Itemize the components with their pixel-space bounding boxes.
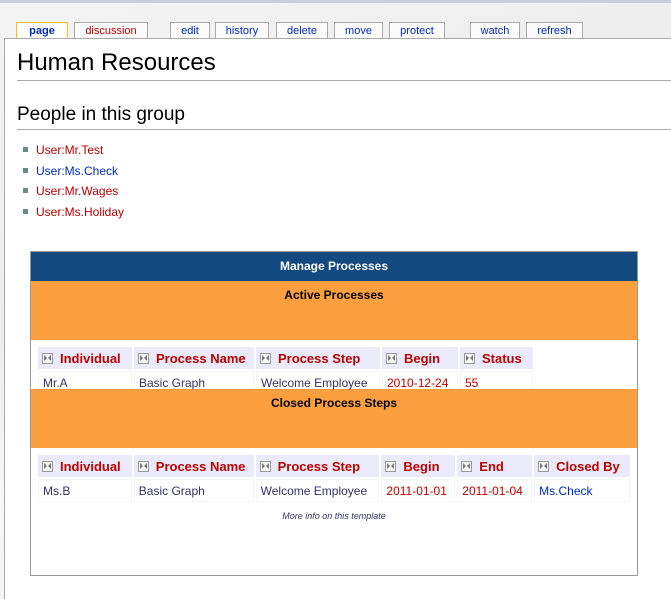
column-header[interactable]: Status	[460, 347, 533, 369]
column-header[interactable]: Individual	[38, 455, 132, 477]
sort-icon[interactable]	[259, 460, 271, 472]
closed-steps-title: Closed Process Steps	[270, 396, 398, 410]
column-header[interactable]: Process Step	[256, 347, 380, 369]
column-label: Closed By	[556, 458, 620, 474]
table-header-row: Individual Process Name Process Step Beg…	[38, 455, 630, 477]
cell-begin: 2011-01-01	[381, 479, 456, 502]
column-label: Individual	[60, 350, 121, 366]
tab-refresh[interactable]: refresh	[526, 22, 583, 38]
sort-icon[interactable]	[42, 352, 53, 364]
cell-individual: Ms.B	[38, 479, 132, 502]
tab-edit[interactable]: edit	[170, 22, 210, 38]
column-header[interactable]: Process Name	[133, 455, 254, 477]
page-title: Human Resources	[17, 47, 671, 81]
sort-icon[interactable]	[260, 352, 271, 364]
user-link[interactable]: User:Ms.Check	[36, 164, 118, 178]
cell-closed-by[interactable]: Ms.Check	[534, 479, 630, 502]
table-header-row: Individual Process Name Process Step Beg…	[38, 347, 533, 369]
closed-steps-table-wrap: Individual Process Name Process Step Beg…	[31, 448, 637, 502]
column-label: Process Step	[277, 458, 361, 474]
user-link[interactable]: User:Mr.Wages	[36, 184, 118, 198]
more-info-link[interactable]: More info on this template	[282, 511, 386, 521]
column-label: Process Name	[155, 458, 246, 474]
column-header[interactable]: Process Step	[255, 455, 380, 477]
page-tabs: page discussion edit history delete move…	[0, 22, 671, 40]
manage-processes-title: Manage Processes	[31, 252, 637, 281]
tab-protect[interactable]: protect	[389, 22, 445, 38]
bullet-icon	[23, 147, 28, 153]
column-label: End	[479, 458, 504, 474]
tab-move[interactable]: move	[334, 22, 383, 38]
cell-process-step: Welcome Employee	[255, 479, 380, 502]
tab-history[interactable]: history	[215, 22, 269, 38]
sort-icon[interactable]	[137, 460, 149, 472]
manage-processes-box: Manage Processes Active Processes Indivi…	[30, 251, 638, 576]
bullet-icon	[23, 167, 28, 173]
column-label: Begin	[404, 350, 441, 366]
closed-by-link[interactable]: Ms.Check	[539, 484, 592, 498]
closed-steps-header: Closed Process Steps	[31, 389, 637, 448]
column-label: Process Step	[278, 350, 361, 366]
column-label: Begin	[403, 458, 440, 474]
content-area: Human Resources People in this group Use…	[4, 38, 671, 599]
section-heading: People in this group	[17, 101, 671, 130]
list-item: User:Ms.Holiday	[23, 202, 124, 223]
cell-process-name: Basic Graph	[133, 479, 254, 502]
list-item: User:Mr.Wages	[23, 181, 124, 202]
closed-steps-table: Individual Process Name Process Step Beg…	[36, 453, 632, 504]
column-label: Individual	[60, 458, 121, 474]
list-item: User:Mr.Test	[23, 140, 124, 161]
cell-end: 2011-01-04	[457, 479, 533, 502]
column-header[interactable]: Individual	[38, 347, 132, 369]
sort-icon[interactable]	[385, 460, 397, 472]
column-header[interactable]: Process Name	[134, 347, 254, 369]
people-list: User:Mr.Test User:Ms.Check User:Mr.Wages…	[23, 140, 124, 222]
column-label: Process Name	[156, 350, 246, 366]
bullet-icon	[23, 208, 28, 214]
column-header[interactable]: Closed By	[534, 455, 630, 477]
more-info-link-wrap: More info on this template	[31, 511, 637, 521]
top-border	[0, 0, 671, 3]
list-item: User:Ms.Check	[23, 161, 124, 182]
tab-watch[interactable]: watch	[470, 22, 520, 38]
sort-icon[interactable]	[461, 460, 473, 472]
sort-icon[interactable]	[538, 460, 550, 472]
tab-delete[interactable]: delete	[276, 22, 328, 38]
sort-icon[interactable]	[386, 352, 397, 364]
tab-discussion[interactable]: discussion	[74, 22, 148, 38]
user-link[interactable]: User:Mr.Test	[36, 143, 103, 157]
sort-icon[interactable]	[464, 352, 475, 364]
user-link[interactable]: User:Ms.Holiday	[36, 205, 124, 219]
column-header[interactable]: Begin	[382, 347, 458, 369]
sort-icon[interactable]	[42, 460, 53, 472]
active-processes-title: Active Processes	[284, 288, 384, 302]
column-label: Status	[482, 350, 522, 366]
bullet-icon	[23, 188, 28, 194]
column-header[interactable]: Begin	[381, 455, 456, 477]
active-processes-header: Active Processes	[31, 281, 637, 340]
column-header[interactable]: End	[457, 455, 533, 477]
sort-icon[interactable]	[138, 352, 149, 364]
table-row: Ms.B Basic Graph Welcome Employee 2011-0…	[38, 479, 630, 502]
active-processes-table-wrap: Individual Process Name Process Step Beg…	[31, 340, 637, 394]
